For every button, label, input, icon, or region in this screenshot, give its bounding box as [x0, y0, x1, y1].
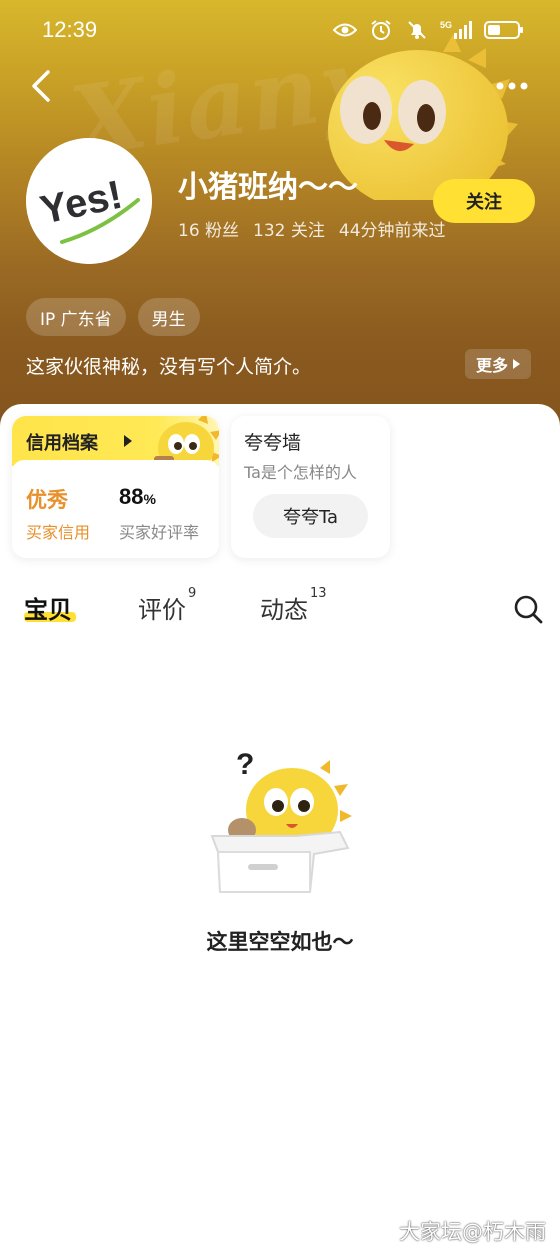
more-options-button[interactable] [494, 72, 534, 100]
avatar[interactable]: Yes! [26, 138, 152, 264]
fans-count[interactable]: 16 粉丝 [178, 216, 239, 241]
search-icon [514, 595, 543, 624]
praise-wall-subtitle: Ta是个怎样的人 [244, 463, 357, 482]
svg-text:5G: 5G [440, 20, 452, 30]
tab-items-label: 宝贝 [24, 596, 72, 624]
tag-gender: 男生 [137, 298, 200, 336]
empty-state-text: 这里空空如也～ [206, 930, 354, 954]
chevron-left-icon [32, 70, 50, 102]
site-watermark: 大家坛@朽木雨 [399, 1220, 546, 1244]
positive-rate-unit: % [143, 491, 156, 507]
tab-reviews[interactable]: 评价9 [138, 586, 196, 625]
bio-more-label: 更多 [475, 356, 508, 375]
empty-box-illustration: ? [210, 748, 352, 893]
search-button[interactable] [512, 593, 544, 625]
triangle-right-icon [513, 359, 520, 369]
tab-activity-label: 动态 [260, 596, 308, 624]
svg-text:?: ? [236, 748, 254, 781]
status-icons: 5G [332, 17, 524, 43]
positive-rate: 88% [119, 484, 156, 510]
tab-items[interactable]: 宝贝 [24, 590, 72, 625]
praise-button[interactable]: 夸夸Ta [253, 494, 368, 538]
tab-activity[interactable]: 动态13 [260, 586, 327, 625]
tab-activity-count: 13 [310, 586, 327, 601]
credit-level: 优秀 [26, 488, 68, 512]
mute-icon [404, 17, 430, 43]
back-button[interactable] [26, 66, 62, 106]
follow-button[interactable]: 关注 [433, 179, 535, 223]
user-stats: 16 粉丝 132 关注 44分钟前来过 [178, 216, 446, 241]
credit-level-label: 买家信用 [26, 523, 91, 542]
bio-text: 这家伙很神秘，没有写个人简介。 [26, 356, 312, 378]
triangle-right-icon [124, 435, 132, 447]
status-time: 12:39 [42, 17, 98, 42]
ellipsis-icon [496, 82, 528, 90]
status-bar: 12:39 5G [0, 0, 560, 60]
following-count[interactable]: 132 关注 [253, 216, 325, 241]
alarm-icon [368, 17, 394, 43]
profile-tags: IP 广东省 男生 [26, 298, 200, 336]
battery-icon [484, 17, 524, 43]
tab-reviews-label: 评价 [138, 596, 186, 624]
positive-rate-label: 买家好评率 [119, 523, 200, 542]
positive-rate-value: 88 [119, 484, 144, 509]
user-name: 小猪班纳～～ [178, 170, 358, 205]
signal-icon: 5G [440, 17, 474, 43]
eye-icon [332, 17, 358, 43]
bio-more-button[interactable]: 更多 [465, 349, 531, 379]
praise-wall-title: 夸夸墙 [244, 432, 302, 454]
credit-title: 信用档案 [26, 433, 98, 454]
tab-reviews-count: 9 [188, 586, 197, 601]
tag-location: IP 广东省 [26, 298, 126, 336]
last-seen: 44分钟前来过 [338, 221, 446, 241]
